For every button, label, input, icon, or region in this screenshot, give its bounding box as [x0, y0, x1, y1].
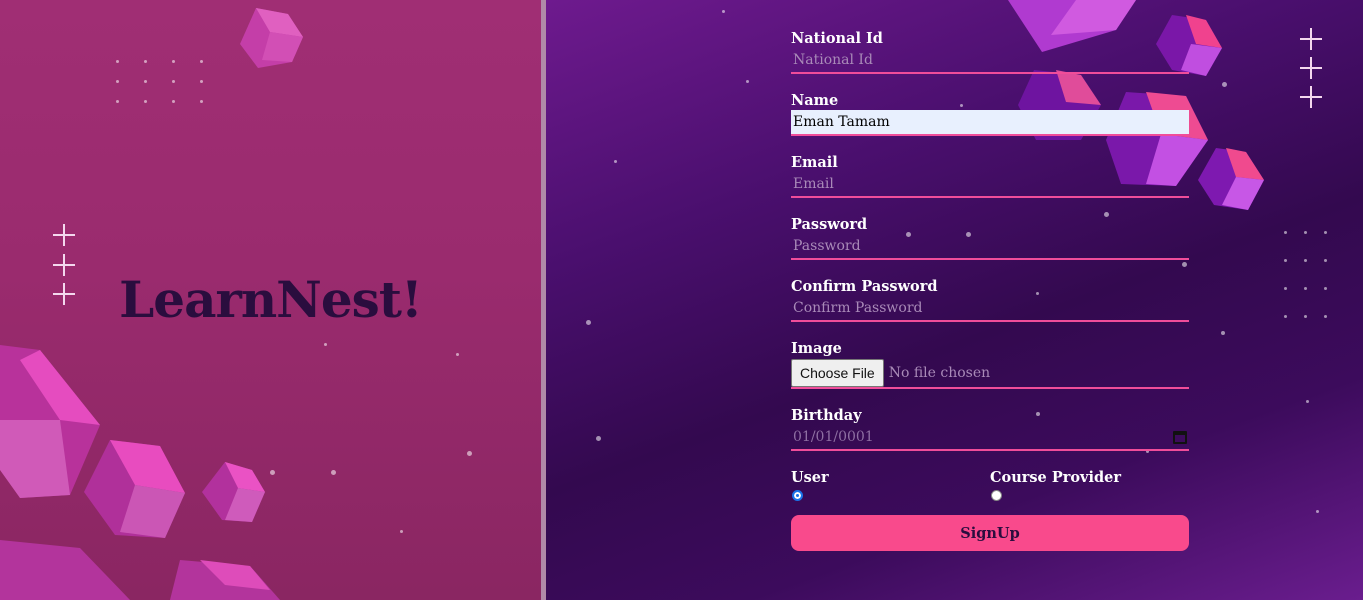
role-selector: User Course Provider [791, 469, 1189, 501]
sparkle [722, 10, 725, 13]
dot [144, 80, 147, 83]
plus-icon [1300, 57, 1322, 79]
dot [116, 100, 119, 103]
file-status: No file chosen [888, 364, 991, 381]
sparkle [596, 436, 601, 441]
dot [200, 80, 203, 83]
sparkle [1222, 82, 1227, 87]
dot [1324, 315, 1327, 318]
role-user: User [791, 469, 990, 501]
confirm-password-label: Confirm Password [791, 278, 938, 295]
sparkle [1221, 331, 1225, 335]
dot [1284, 287, 1287, 290]
signup-button[interactable]: SignUp [791, 515, 1189, 551]
dot [1324, 259, 1327, 262]
dot [144, 60, 147, 63]
sparkle [324, 343, 327, 346]
birthday-label: Birthday [791, 407, 862, 424]
dot [172, 80, 175, 83]
sparkle [400, 530, 403, 533]
birthday-field: Birthday 01/01/0001 [791, 407, 1189, 451]
dot [1304, 287, 1307, 290]
sparkle [614, 160, 617, 163]
dot [1304, 259, 1307, 262]
dot [172, 100, 175, 103]
name-label: Name [791, 92, 839, 109]
role-course-provider: Course Provider [990, 469, 1189, 501]
sparkle [270, 470, 275, 475]
dot [1284, 259, 1287, 262]
confirm-password-field: Confirm Password [791, 278, 1189, 322]
national-id-field: National Id [791, 30, 1189, 74]
choose-file-button[interactable]: Choose File [791, 358, 884, 387]
plus-icon [53, 224, 75, 246]
email-label: Email [791, 154, 838, 171]
dot [200, 60, 203, 63]
sparkle [467, 451, 472, 456]
dot [1284, 231, 1287, 234]
sparkle [1306, 400, 1309, 403]
sparkle [331, 470, 336, 475]
sparkle [456, 353, 459, 356]
role-course-provider-label: Course Provider [990, 469, 1121, 486]
name-field: Name [791, 92, 1189, 136]
image-label: Image [791, 340, 842, 357]
name-input[interactable] [791, 110, 1189, 136]
sparkle [586, 320, 591, 325]
password-input[interactable] [791, 234, 1189, 260]
national-id-input[interactable] [791, 48, 1189, 74]
plus-icon [1300, 86, 1322, 108]
dot [200, 100, 203, 103]
brand-title: LearnNest! [119, 270, 423, 329]
birthday-input[interactable]: 01/01/0001 [791, 425, 1189, 451]
role-user-radio[interactable] [792, 490, 803, 501]
image-file-input: Choose File No file chosen [791, 358, 1189, 389]
dot [1284, 315, 1287, 318]
plus-icon [1300, 28, 1322, 50]
dot [116, 60, 119, 63]
confirm-password-input[interactable] [791, 296, 1189, 322]
dot [1324, 287, 1327, 290]
dot [144, 100, 147, 103]
signup-form: National Id Name Email Password Confirm … [791, 30, 1189, 551]
birthday-value: 01/01/0001 [793, 429, 874, 445]
sparkle [746, 80, 749, 83]
dot [1324, 231, 1327, 234]
password-field: Password [791, 216, 1189, 260]
password-label: Password [791, 216, 868, 233]
calendar-icon[interactable] [1173, 430, 1187, 444]
image-field: Image Choose File No file chosen [791, 340, 1189, 389]
brand-panel: LearnNest! [0, 0, 541, 600]
dot [1304, 315, 1307, 318]
role-user-label: User [791, 469, 829, 486]
dot [1304, 231, 1307, 234]
sparkle [1316, 510, 1319, 513]
national-id-label: National Id [791, 30, 883, 47]
email-field: Email [791, 154, 1189, 198]
email-input[interactable] [791, 172, 1189, 198]
dot [172, 60, 175, 63]
dot [116, 80, 119, 83]
role-course-provider-radio[interactable] [991, 490, 1002, 501]
